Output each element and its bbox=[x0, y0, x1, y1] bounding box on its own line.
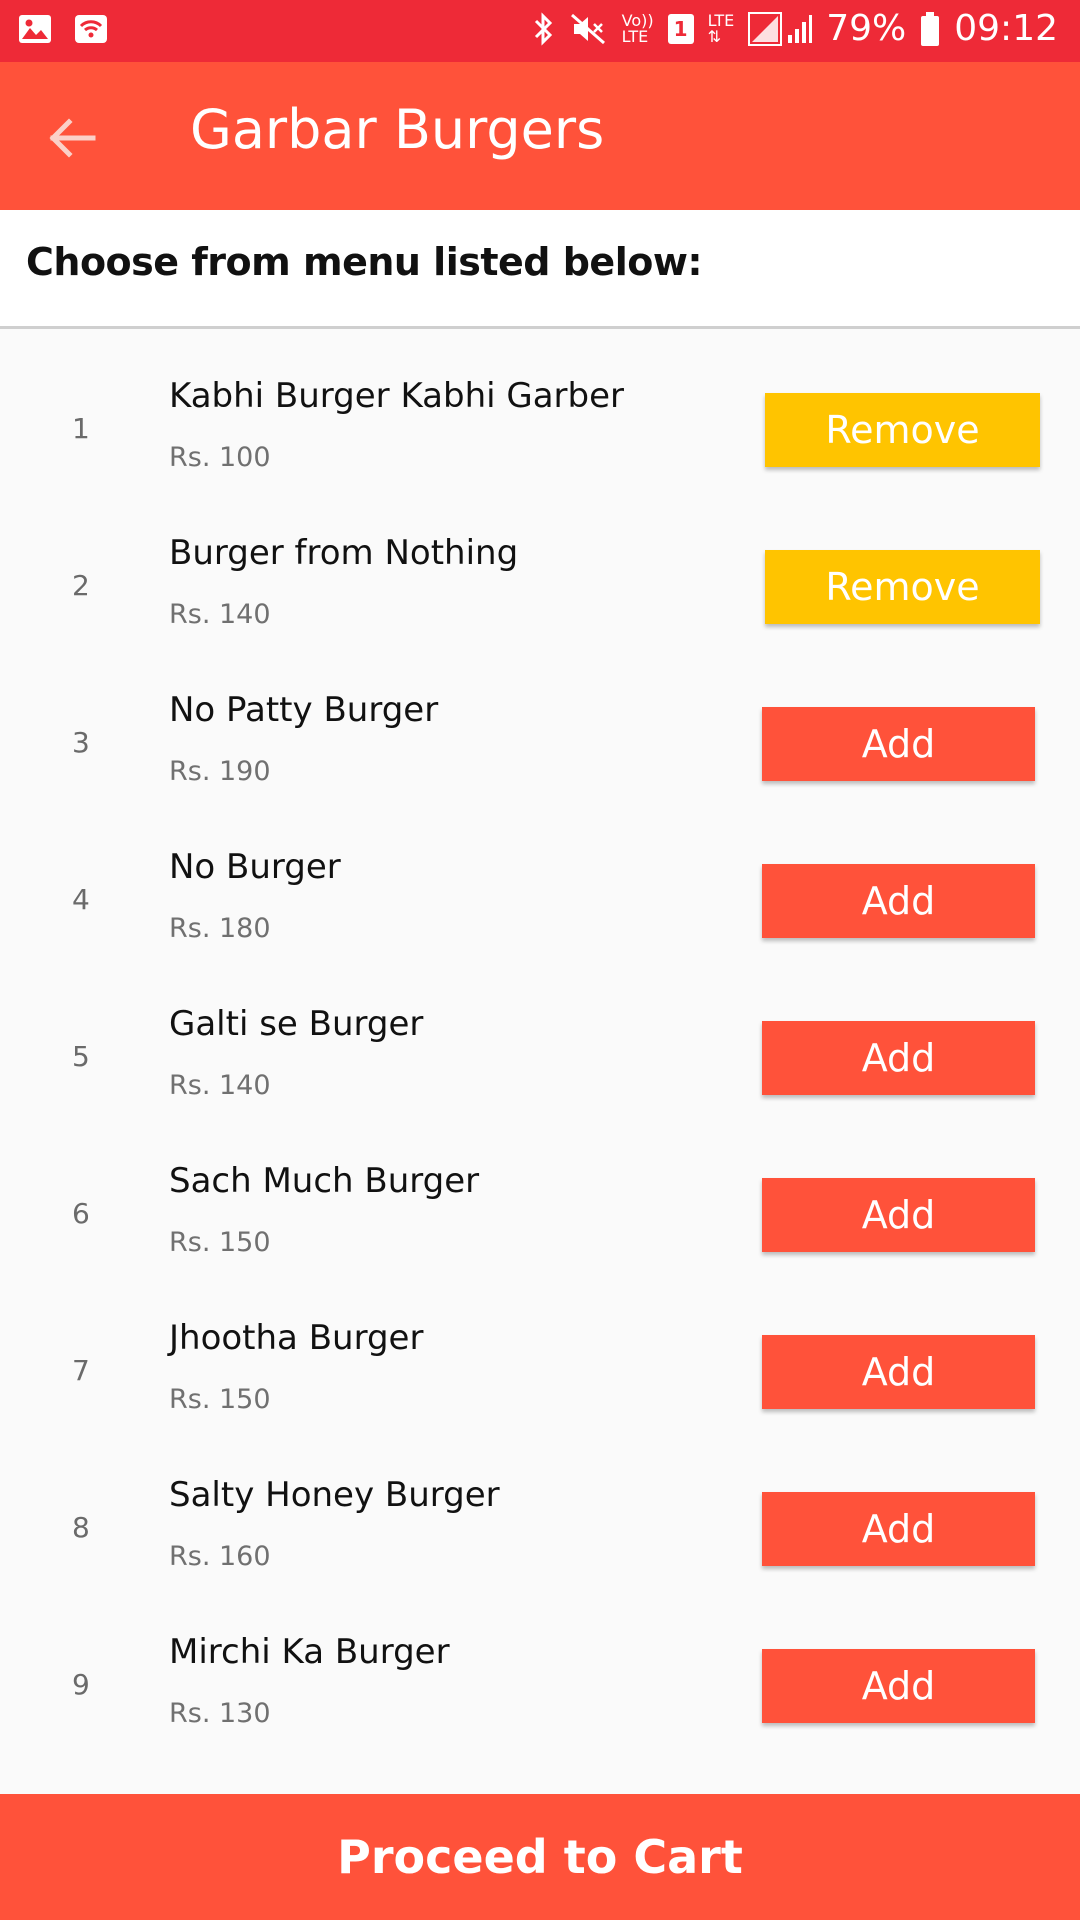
item-name: Sach Much Burger bbox=[169, 1161, 480, 1201]
item-name: No Patty Burger bbox=[169, 690, 439, 730]
item-name: Jhootha Burger bbox=[169, 1318, 424, 1358]
page-title: Garbar Burgers bbox=[190, 98, 605, 161]
item-name: No Burger bbox=[169, 847, 341, 887]
bluetooth-icon bbox=[532, 11, 556, 47]
app-screen: Vo)) LTE 1 LTE ⇅ 79% 09:12 Garbar Burger… bbox=[0, 0, 1080, 1920]
add-button[interactable]: Add bbox=[762, 1021, 1035, 1095]
item-price: Rs. 150 bbox=[169, 1384, 271, 1415]
volte-bottom-label: LTE bbox=[621, 26, 649, 46]
item-index: 6 bbox=[72, 1197, 90, 1230]
item-price: Rs. 100 bbox=[169, 442, 271, 473]
status-right-icons: Vo)) LTE 1 LTE ⇅ 79% 09:12 bbox=[532, 8, 1058, 49]
proceed-to-cart-button[interactable]: Proceed to Cart bbox=[0, 1794, 1080, 1920]
item-name: Galti se Burger bbox=[169, 1004, 424, 1044]
item-index: 3 bbox=[72, 726, 90, 759]
menu-item: 5 Galti se Burger Rs. 140 Add bbox=[0, 968, 1080, 1125]
item-price: Rs. 140 bbox=[169, 599, 271, 630]
item-price: Rs. 180 bbox=[169, 913, 271, 944]
menu-item: 3 No Patty Burger Rs. 190 Add bbox=[0, 654, 1080, 811]
item-price: Rs. 190 bbox=[169, 756, 271, 787]
item-price: Rs. 130 bbox=[169, 1698, 271, 1729]
add-button[interactable]: Add bbox=[762, 1178, 1035, 1252]
battery-icon bbox=[920, 11, 940, 47]
remove-button[interactable]: Remove bbox=[765, 550, 1040, 624]
item-index: 9 bbox=[72, 1668, 90, 1701]
item-name: Burger from Nothing bbox=[169, 533, 519, 573]
item-index: 2 bbox=[72, 569, 90, 602]
remove-button[interactable]: Remove bbox=[765, 393, 1040, 467]
wifi-icon bbox=[74, 14, 108, 44]
app-bar: Garbar Burgers bbox=[0, 62, 1080, 210]
item-index: 8 bbox=[72, 1511, 90, 1544]
item-index: 5 bbox=[72, 1040, 90, 1073]
item-price: Rs. 160 bbox=[169, 1541, 271, 1572]
item-index: 1 bbox=[72, 412, 90, 445]
mute-icon bbox=[570, 11, 608, 47]
clock: 09:12 bbox=[954, 8, 1058, 49]
menu-header-text: Choose from menu listed below: bbox=[26, 240, 703, 284]
add-button[interactable]: Add bbox=[762, 1335, 1035, 1409]
battery-percent: 79% bbox=[826, 8, 907, 49]
status-left-icons bbox=[18, 14, 108, 44]
lte-indicator: LTE ⇅ bbox=[707, 12, 735, 46]
item-index: 7 bbox=[72, 1354, 90, 1387]
menu-list: 1 Kabhi Burger Kabhi Garber Rs. 100 Remove 2… bbox=[0, 340, 1080, 1790]
item-name: Salty Honey Burger bbox=[169, 1475, 500, 1515]
back-button[interactable] bbox=[42, 108, 102, 168]
add-button[interactable]: Add bbox=[762, 1649, 1035, 1723]
menu-header: Choose from menu listed below: bbox=[0, 210, 1080, 329]
gallery-icon bbox=[18, 14, 52, 44]
item-name: Kabhi Burger Kabhi Garber bbox=[169, 376, 625, 416]
arrow-back-icon bbox=[49, 118, 96, 158]
menu-item: 2 Burger from Nothing Rs. 140 Remove bbox=[0, 497, 1080, 654]
menu-item: 7 Jhootha Burger Rs. 150 Add bbox=[0, 1282, 1080, 1439]
signal-icon bbox=[748, 11, 813, 47]
lte-arrows-icon: ⇅ bbox=[707, 26, 722, 46]
volte-indicator: Vo)) LTE bbox=[621, 12, 654, 46]
menu-item: 8 Salty Honey Burger Rs. 160 Add bbox=[0, 1439, 1080, 1596]
item-price: Rs. 150 bbox=[169, 1227, 271, 1258]
menu-item: 4 No Burger Rs. 180 Add bbox=[0, 811, 1080, 968]
item-name: Mirchi Ka Burger bbox=[169, 1632, 450, 1672]
item-price: Rs. 140 bbox=[169, 1070, 271, 1101]
menu-item: 9 Mirchi Ka Burger Rs. 130 Add bbox=[0, 1596, 1080, 1753]
sim-indicator: 1 bbox=[667, 13, 694, 44]
add-button[interactable]: Add bbox=[762, 707, 1035, 781]
add-button[interactable]: Add bbox=[762, 1492, 1035, 1566]
item-index: 4 bbox=[72, 883, 90, 916]
menu-item: 1 Kabhi Burger Kabhi Garber Rs. 100 Remove bbox=[0, 340, 1080, 497]
add-button[interactable]: Add bbox=[762, 864, 1035, 938]
status-bar: Vo)) LTE 1 LTE ⇅ 79% 09:12 bbox=[0, 0, 1080, 62]
menu-item: 6 Sach Much Burger Rs. 150 Add bbox=[0, 1125, 1080, 1282]
